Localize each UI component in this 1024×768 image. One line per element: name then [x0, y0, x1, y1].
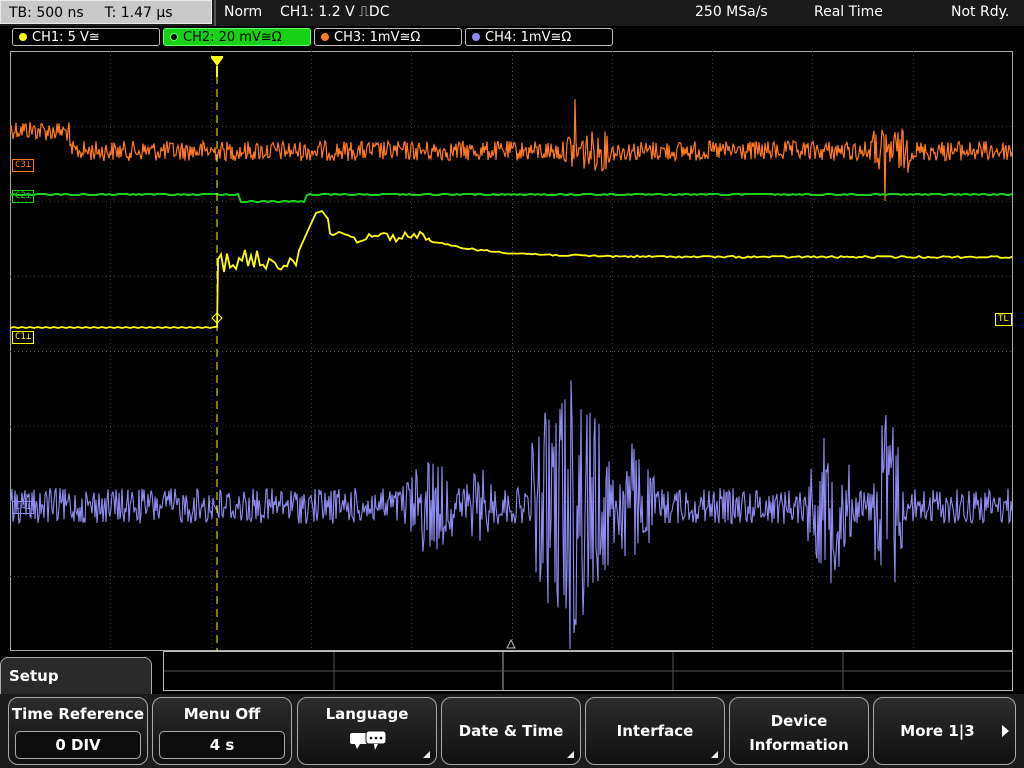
speech-bubble-icon — [350, 730, 387, 750]
channel-3-chip[interactable]: CH3: 1mV≅Ω — [314, 28, 462, 46]
trigger-level-marker[interactable]: TL — [995, 313, 1012, 326]
softkey-label: Menu Off — [183, 705, 261, 723]
time-reference-button[interactable]: Time Reference 0 DIV — [8, 697, 148, 765]
status-bar: TB: 500 ns T: 1.47 µs Norm CH1: 1.2 V ⎍D… — [0, 0, 1024, 26]
interface-button[interactable]: Interface — [585, 697, 725, 765]
channel-2-chip[interactable]: CH2: 20 mV≅Ω — [163, 28, 311, 46]
channel-bar: CH1: 5 V≅ CH2: 20 mV≅Ω CH3: 1mV≅Ω CH4: 1… — [0, 26, 1024, 48]
softkey-label: Date & Time — [458, 722, 564, 740]
channel-4-offset-marker[interactable]: C4⊥ — [12, 501, 35, 514]
channel-color-icon — [472, 33, 480, 41]
channel-4-label: CH4: 1mV≅Ω — [485, 30, 572, 45]
waveform-display[interactable] — [10, 51, 1013, 651]
channel-1-chip[interactable]: CH1: 5 V≅ — [12, 28, 160, 46]
submenu-indicator-icon — [567, 751, 574, 758]
softkey-label: More 1|3 — [900, 722, 975, 740]
time-position-value: T: 1.47 µs — [104, 5, 173, 21]
language-button[interactable]: Language — [297, 697, 437, 765]
menu-title: Setup — [0, 657, 152, 695]
softkey-label: Language — [325, 705, 409, 723]
channel-1-offset-marker[interactable]: C1⊥ — [12, 331, 35, 344]
acquisition-mode: Real Time — [814, 4, 883, 20]
next-page-icon — [1002, 725, 1009, 737]
channel-color-icon — [170, 33, 178, 41]
overview-area — [163, 651, 1013, 691]
channel-3-label: CH3: 1mV≅Ω — [334, 30, 421, 45]
submenu-indicator-icon — [423, 751, 430, 758]
channel-3-offset-marker[interactable]: C3⊥ — [12, 159, 35, 172]
date-time-button[interactable]: Date & Time — [441, 697, 581, 765]
sample-rate: 250 MSa/s — [695, 4, 768, 20]
timebase-panel[interactable]: TB: 500 ns T: 1.47 µs — [0, 0, 212, 24]
channel-color-icon — [19, 33, 27, 41]
trigger-setting[interactable]: CH1: 1.2 V ⎍DC — [280, 0, 389, 24]
more-button[interactable]: More 1|3 — [873, 697, 1016, 765]
menu-off-button[interactable]: Menu Off 4 s — [152, 697, 292, 765]
device-information-button[interactable]: Device Information — [729, 697, 869, 765]
timebase-value: TB: 500 ns — [9, 5, 84, 21]
channel-2-label: CH2: 20 mV≅Ω — [183, 30, 282, 45]
time-reference-value: 0 DIV — [15, 731, 141, 759]
softkey-label-line1: Device — [770, 712, 828, 730]
softkey-label: Time Reference — [11, 705, 145, 723]
softkey-label-line2: Information — [749, 736, 849, 754]
submenu-indicator-icon — [711, 751, 718, 758]
channel-1-label: CH1: 5 V≅ — [32, 30, 100, 45]
acquisition-status: Not Rdy. — [951, 4, 1010, 20]
channel-2-offset-marker[interactable]: C2⊥ — [12, 190, 35, 203]
channel-color-icon — [321, 33, 329, 41]
menu-off-value: 4 s — [159, 731, 285, 759]
softkey-label: Interface — [616, 722, 694, 740]
channel-4-chip[interactable]: CH4: 1mV≅Ω — [465, 28, 613, 46]
trigger-mode[interactable]: Norm — [224, 0, 262, 24]
